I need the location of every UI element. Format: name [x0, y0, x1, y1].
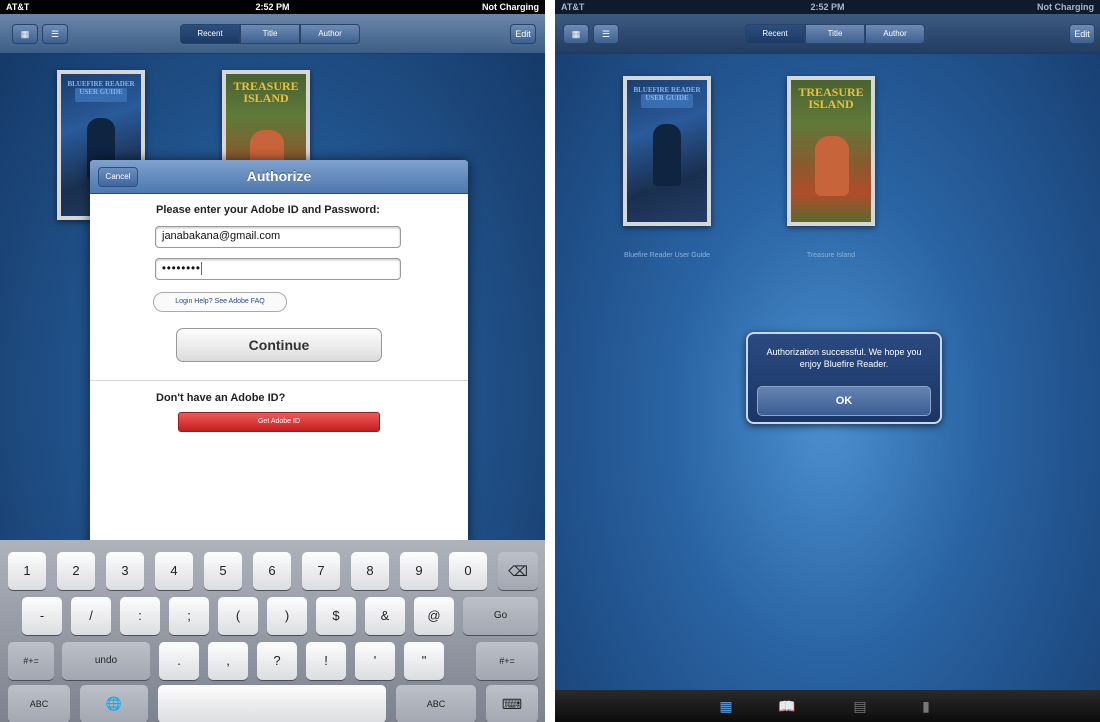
dialog-header: Cancel Authorize [90, 160, 468, 194]
list-view-icon[interactable]: ☰ [42, 24, 68, 44]
key-colon[interactable]: : [120, 597, 160, 635]
status-bar: AT&T 2:52 PM Not Charging [555, 0, 1100, 14]
book-cover-title: BLUEFIRE READER USER GUIDE [633, 86, 701, 102]
space-key[interactable] [158, 685, 386, 722]
key-1[interactable]: 1 [8, 552, 46, 590]
hide-keyboard-icon[interactable]: ⌨ [486, 685, 538, 722]
battery-label: Not Charging [482, 2, 539, 12]
edit-button[interactable]: Edit [510, 24, 536, 44]
continue-button[interactable]: Continue [176, 328, 382, 362]
catalog-icon[interactable]: ▤ [848, 696, 872, 716]
key-open-paren[interactable]: ( [218, 597, 258, 635]
key-ampersand[interactable]: & [365, 597, 405, 635]
tab-author[interactable]: Author [300, 24, 360, 44]
list-view-icon[interactable]: ☰ [593, 24, 619, 44]
tab-recent[interactable]: Recent [180, 24, 240, 44]
symbols-key-left[interactable]: #+= [8, 642, 54, 680]
key-question[interactable]: ? [257, 642, 297, 680]
key-comma[interactable]: , [208, 642, 248, 680]
status-bar: AT&T 2:52 PM Not Charging [0, 0, 545, 14]
key-3[interactable]: 3 [106, 552, 144, 590]
on-screen-keyboard: 1 2 3 4 5 6 7 8 9 0 ⌫ - / : ; ( ) $ & @ … [0, 540, 545, 722]
bottom-tab-bar: ▦ 📖 ▤ ▮ [555, 690, 1100, 722]
clock-label: 2:52 PM [810, 2, 845, 12]
text-caret [200, 262, 202, 275]
key-8[interactable]: 8 [351, 552, 389, 590]
info-icon[interactable]: ▮ [914, 696, 938, 716]
book-label: Treasure Island [806, 252, 856, 259]
edit-button[interactable]: Edit [1069, 24, 1095, 44]
tab-title[interactable]: Title [240, 24, 300, 44]
backspace-key[interactable]: ⌫ [498, 552, 538, 590]
key-period[interactable]: . [159, 642, 199, 680]
book-cover-title: BLUEFIRE READER USER GUIDE [67, 80, 135, 96]
login-help-button[interactable]: Login Help? See Adobe FAQ [153, 292, 287, 312]
key-9[interactable]: 9 [400, 552, 438, 590]
key-close-paren[interactable]: ) [267, 597, 307, 635]
alert-message: Authorization successful. We hope you en… [766, 347, 922, 369]
key-0[interactable]: 0 [449, 552, 487, 590]
key-exclamation[interactable]: ! [306, 642, 346, 680]
key-apostrophe[interactable]: ' [355, 642, 395, 680]
divider [90, 380, 468, 381]
book-label: Bluefire Reader User Guide [624, 252, 710, 259]
dialog-title: Authorize [246, 168, 312, 184]
right-screen: AT&T 2:52 PM Not Charging ▦ ☰ Recent Tit… [555, 0, 1100, 722]
undo-key[interactable]: undo [62, 642, 150, 680]
go-key[interactable]: Go [463, 597, 538, 635]
tab-author[interactable]: Author [865, 24, 925, 44]
tab-recent[interactable]: Recent [745, 24, 805, 44]
key-5[interactable]: 5 [204, 552, 242, 590]
abc-key-right[interactable]: ABC [396, 685, 476, 722]
book-cover-title: TREASURE ISLAND [798, 85, 864, 111]
symbols-key-right[interactable]: #+= [476, 642, 538, 680]
login-prompt: Please enter your Adobe ID and Password: [156, 204, 380, 216]
library-toolbar: ▦ ☰ Recent Title Author Edit [0, 14, 545, 54]
key-semicolon[interactable]: ; [169, 597, 209, 635]
globe-icon[interactable]: 🌐 [80, 685, 148, 722]
library-toolbar: ▦ ☰ Recent Title Author Edit [555, 14, 1100, 54]
tab-title[interactable]: Title [805, 24, 865, 44]
key-slash[interactable]: / [71, 597, 111, 635]
key-dollar[interactable]: $ [316, 597, 356, 635]
library-icon[interactable]: ▦ [714, 696, 738, 716]
email-field[interactable]: janabakana@gmail.com [155, 226, 401, 248]
key-6[interactable]: 6 [253, 552, 291, 590]
clock-label: 2:52 PM [255, 2, 290, 12]
password-field[interactable]: •••••••• [155, 258, 401, 280]
no-adobe-id-label: Don't have an Adobe ID? [156, 392, 286, 404]
get-adobe-id-button[interactable]: Get Adobe ID [178, 412, 380, 432]
authorize-dialog: Cancel Authorize Please enter your Adobe… [90, 160, 468, 560]
abc-key-left[interactable]: ABC [8, 685, 70, 722]
key-4[interactable]: 4 [155, 552, 193, 590]
grid-view-icon[interactable]: ▦ [12, 24, 38, 44]
reading-icon[interactable]: 📖 [775, 696, 799, 716]
authorization-alert: Authorization successful. We hope you en… [746, 332, 942, 424]
book-cover-treasure-island[interactable]: TREASURE ISLAND [787, 76, 875, 226]
key-quote[interactable]: " [404, 642, 444, 680]
left-screen: AT&T 2:52 PM Not Charging ▦ ☰ Recent Tit… [0, 0, 545, 722]
ok-button[interactable]: OK [757, 386, 931, 416]
key-at[interactable]: @ [414, 597, 454, 635]
password-mask: •••••••• [162, 262, 201, 275]
key-7[interactable]: 7 [302, 552, 340, 590]
key-dash[interactable]: - [22, 597, 62, 635]
battery-label: Not Charging [1037, 2, 1094, 12]
grid-view-icon[interactable]: ▦ [563, 24, 589, 44]
book-cover-title: TREASURE ISLAND [233, 79, 299, 105]
book-cover-guide[interactable]: BLUEFIRE READER USER GUIDE [623, 76, 711, 226]
key-2[interactable]: 2 [57, 552, 95, 590]
